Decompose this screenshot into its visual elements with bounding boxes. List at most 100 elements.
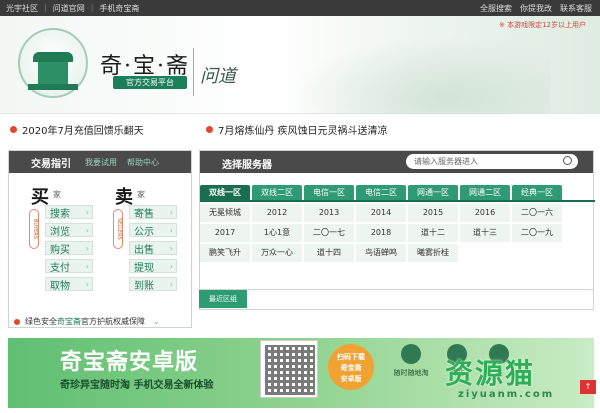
server-cell[interactable]: 二〇一九 — [512, 224, 562, 242]
mountain-illustration — [290, 36, 550, 114]
buyer-heading-suffix: 家 — [53, 190, 61, 199]
nav-link-feedback[interactable]: 你提我改 — [520, 3, 552, 14]
server-cell[interactable]: 道十二 — [408, 224, 458, 242]
download-badge[interactable]: 扫码下载 奇宝斋 安卓版 — [328, 344, 374, 390]
server-cell[interactable]: 2015 — [408, 204, 458, 222]
location-pin-icon — [401, 344, 421, 364]
server-cell[interactable]: 2014 — [356, 204, 406, 222]
arrow-right-icon: › — [85, 262, 89, 271]
nav-link-community[interactable]: 光宇社区 — [6, 3, 38, 14]
banner-subtitle: 奇珍异宝随时淘 手机交易全新体验 — [60, 380, 214, 391]
zone-tab[interactable]: 网通一区 — [408, 185, 458, 200]
guide-footer[interactable]: 绿色安全 奇宝斋 官方护航权威保障 ⌄ — [14, 316, 160, 327]
trade-guide-header: 交易指引 我要试用 帮助中心 — [9, 151, 191, 173]
qr-code-icon — [260, 340, 318, 398]
server-zone-tabs: 双线一区 双线二区 电信一区 电信二区 网通一区 网通二区 经典一区 — [200, 185, 564, 200]
arrow-right-icon: › — [169, 244, 173, 253]
server-cell[interactable]: 2018 — [356, 224, 406, 242]
server-cell[interactable]: 无冕倾城 — [200, 204, 250, 222]
guide-step-consign[interactable]: 寄售 › — [129, 205, 177, 220]
zone-tab[interactable]: 网通二区 — [460, 185, 510, 200]
guide-footer-tail: 官方护航权威保障 — [81, 317, 145, 326]
age-notice: ※ 本游戏限定12岁以上用户 — [499, 21, 586, 29]
nav-link-official-site[interactable]: 问道官网 — [53, 3, 85, 14]
recent-servers-bar: 最近区组 — [199, 289, 594, 308]
top-nav-bar: 光宇社区 | 问道官网 | 手机奇宝斋 全服搜索 你提我改 联系客服 — [0, 0, 600, 16]
arrow-right-icon: › — [85, 226, 89, 235]
server-cell[interactable]: 道十四 — [304, 244, 354, 262]
zone-tab[interactable]: 双线二区 — [252, 185, 302, 200]
news-dot-icon — [206, 126, 213, 133]
server-select-panel: 选择服务器 请输入服务器进入 双线一区 双线二区 电信一区 电信二区 网通一区 … — [199, 150, 595, 310]
server-cell[interactable]: 2013 — [304, 204, 354, 222]
nav-link-support[interactable]: 联系客服 — [560, 3, 592, 14]
nav-separator: | — [90, 3, 94, 12]
buyers-vertical-label: BUYERS — [29, 209, 39, 249]
guide-step-publicize[interactable]: 公示 › — [129, 223, 177, 238]
server-cell[interactable]: 2017 — [200, 224, 250, 242]
server-select-title: 选择服务器 — [222, 160, 272, 171]
news-text[interactable]: 2020年7月充值回馈乐翻天 — [22, 122, 144, 137]
zone-tab[interactable]: 电信一区 — [304, 185, 354, 200]
pavilion-roof-icon — [33, 52, 73, 62]
arrow-right-icon: › — [169, 280, 173, 289]
recent-servers-tab[interactable]: 最近区组 — [199, 290, 247, 308]
nav-link-global-search[interactable]: 全服搜索 — [480, 3, 512, 14]
nav-link-mobile[interactable]: 手机奇宝斋 — [99, 3, 139, 14]
guide-footer-text: 绿色安全 — [25, 317, 57, 326]
watermark-text: 资源猫 — [445, 357, 536, 390]
news-text[interactable]: 7月熔炼仙丹 疾风蚀日元灵祸斗送清凉 — [218, 122, 388, 137]
sellers-vertical-label: SELLERS — [113, 209, 123, 249]
guide-step-search[interactable]: 搜索 › — [45, 205, 93, 220]
server-cell[interactable]: 曦雾折桂 — [408, 244, 458, 262]
server-cell[interactable]: 2012 — [252, 204, 302, 222]
arrow-right-icon: › — [169, 262, 173, 271]
banner-title: 奇宝斋安卓版 — [60, 350, 199, 375]
arrow-right-icon: › — [169, 208, 173, 217]
server-cell[interactable]: 二〇一七 — [304, 224, 354, 242]
try-link[interactable]: 我要试用 — [85, 157, 117, 168]
server-cell[interactable]: 鸟语蝉鸣 — [356, 244, 406, 262]
help-center-link[interactable]: 帮助中心 — [127, 157, 159, 168]
pavilion-base-icon — [28, 84, 78, 90]
arrow-right-icon: › — [85, 244, 89, 253]
game-calligraphy-logo[interactable]: 问道 — [200, 62, 236, 88]
server-cell[interactable]: 二〇一六 — [512, 204, 562, 222]
server-cell[interactable]: 万众一心 — [252, 244, 302, 262]
arrow-right-icon: › — [85, 280, 89, 289]
guide-step-browse[interactable]: 浏览 › — [45, 223, 93, 238]
trade-guide-title: 交易指引 — [31, 158, 71, 170]
footer-dot-icon — [14, 318, 20, 325]
logo-subtitle: 官方交易平台 — [113, 76, 187, 89]
server-select-header: 选择服务器 请输入服务器进入 — [200, 151, 593, 173]
server-cell[interactable]: 道十三 — [460, 224, 510, 242]
guide-step-withdraw[interactable]: 提现 › — [129, 259, 177, 274]
server-cell[interactable]: 2016 — [460, 204, 510, 222]
nav-separator: | — [44, 3, 47, 12]
seller-heading-suffix: 家 — [137, 190, 145, 199]
zone-tab[interactable]: 经典一区 — [512, 185, 562, 200]
feature-anytime: 随时随地淘 — [386, 344, 436, 378]
pavilion-body-icon — [38, 62, 68, 84]
arrow-right-icon: › — [169, 226, 173, 235]
guide-step-buy[interactable]: 购买 › — [45, 241, 93, 256]
news-dot-icon — [10, 126, 17, 133]
server-cell[interactable]: 鹏笑飞升 — [200, 244, 250, 262]
search-icon[interactable] — [563, 156, 572, 165]
zone-tab[interactable]: 双线一区 — [200, 185, 250, 200]
guide-step-retrieve[interactable]: 取物 › — [45, 277, 93, 292]
chevron-down-icon[interactable]: ⌄ — [153, 317, 160, 326]
logo-divider — [193, 48, 194, 96]
site-header: 奇·宝·斋 官方交易平台 问道 ※ 本游戏限定12岁以上用户 — [0, 16, 600, 114]
guide-footer-brand: 奇宝斋 — [57, 317, 81, 326]
news-item[interactable]: 7月熔炼仙丹 疾风蚀日元灵祸斗送清凉 — [206, 122, 388, 137]
guide-step-received[interactable]: 到账 › — [129, 277, 177, 292]
arrow-right-icon: › — [85, 208, 89, 217]
guide-step-sell[interactable]: 出售 › — [129, 241, 177, 256]
server-cell[interactable]: 1心1意 — [252, 224, 302, 242]
news-item[interactable]: 2020年7月充值回馈乐翻天 — [10, 122, 144, 137]
server-search-input[interactable]: 请输入服务器进入 — [406, 154, 578, 169]
zone-tab[interactable]: 电信二区 — [356, 185, 406, 200]
scroll-top-button[interactable]: ↑ — [580, 380, 596, 394]
guide-step-pay[interactable]: 支付 › — [45, 259, 93, 274]
